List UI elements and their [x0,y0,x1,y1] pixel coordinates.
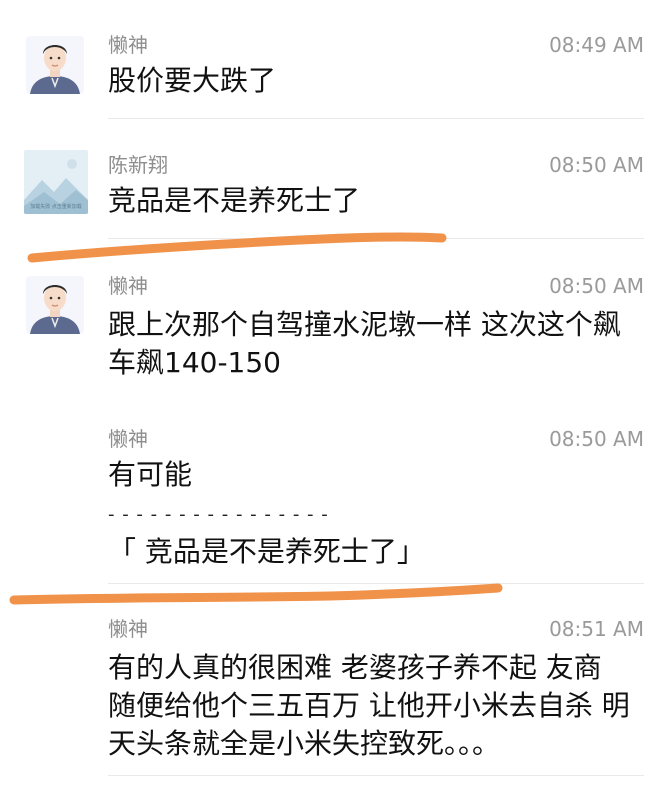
message-text-line[interactable]: 有的人真的很困难 老婆孩子养不起 友商 [108,649,648,686]
chat-message-list: 懒神 08:49 AM 股价要大跌了 加载失败 点击重新加载 陈新翔 08:50… [0,0,672,788]
message-divider [108,118,644,119]
message-item: 懒神 08:50 AM 有可能 - - - - - - - - - - - - … [0,400,672,605]
message-time: 08:50 AM [549,153,644,177]
sender-name: 懒神 [108,427,148,451]
message-divider [108,583,644,584]
quoted-message[interactable]: 「 竞品是不是养死士了」 [108,534,425,570]
message-time: 08:50 AM [549,427,644,451]
sender-name: 懒神 [108,617,148,641]
message-text-line[interactable]: 车飙140-150 [108,344,648,381]
message-divider [108,238,644,239]
message-divider [108,775,644,776]
message-item: 懒神 08:51 AM 有的人真的很困难 老婆孩子养不起 友商 随便给他个三五百… [0,605,672,788]
message-text[interactable]: 股价要大跌了 [108,62,648,99]
message-time: 08:51 AM [549,617,644,641]
message-text[interactable]: 竞品是不是养死士了 [108,182,648,219]
sender-name: 陈新翔 [108,153,168,177]
avatar-caption: 加载失败 点击重新加载 [30,203,82,210]
message-text-line[interactable]: 天头条就全是小米失控致死。。。 [108,725,648,762]
sender-name: 懒神 [108,33,148,57]
message-item: 懒神 08:49 AM 股价要大跌了 [0,0,672,120]
sender-name: 懒神 [108,274,148,298]
message-time: 08:49 AM [549,33,644,57]
message-item: 懒神 08:50 AM 跟上次那个自驾撞水泥墩一样 这次这个飙 车飙140-15… [0,240,672,400]
quote-separator: - - - - - - - - - - - - - - - - [108,504,329,525]
message-item: 加载失败 点击重新加载 陈新翔 08:50 AM 竞品是不是养死士了 [0,120,672,240]
message-text-line[interactable]: 随便给他个三五百万 让他开小米去自杀 明 [108,687,648,724]
message-text[interactable]: 有可能 [108,456,648,493]
person-avatar-icon[interactable] [26,36,84,94]
person-avatar-icon[interactable] [26,276,84,334]
message-time: 08:50 AM [549,274,644,298]
message-text-line[interactable]: 跟上次那个自驾撞水泥墩一样 这次这个飙 [108,306,648,343]
landscape-avatar-icon[interactable]: 加载失败 点击重新加载 [24,150,88,214]
